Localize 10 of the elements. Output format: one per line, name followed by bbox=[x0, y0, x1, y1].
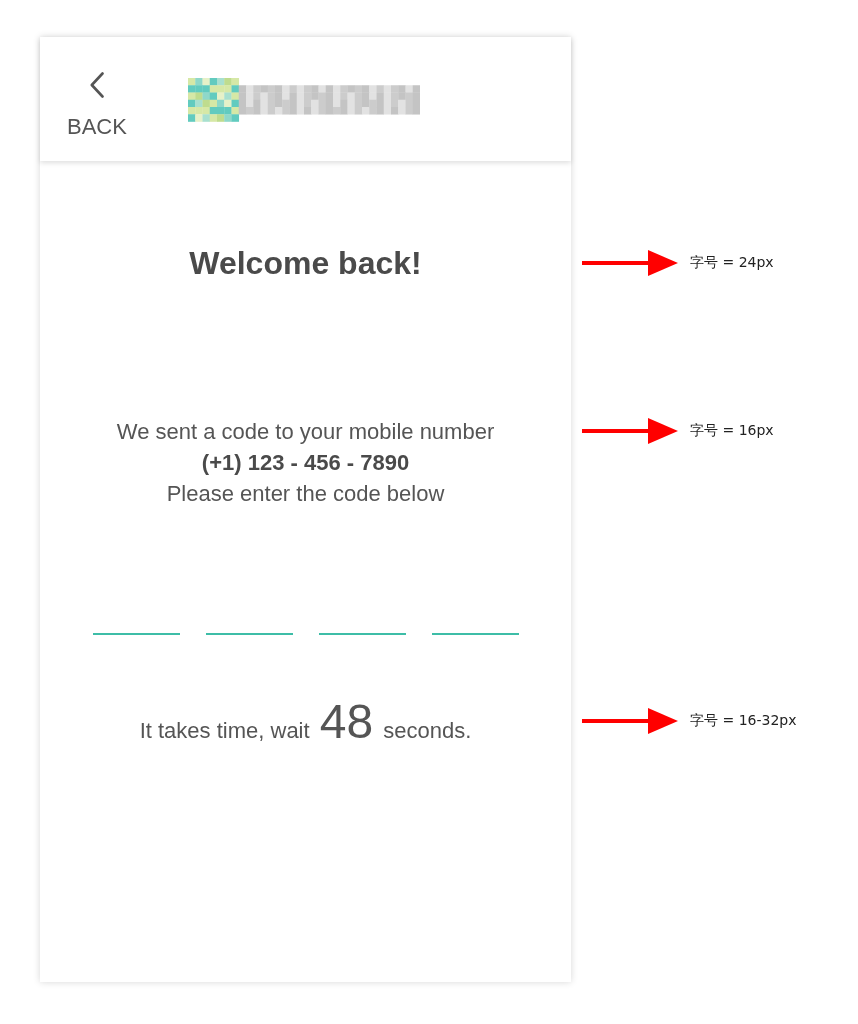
annotation-label: 字号 = 24px bbox=[690, 254, 774, 272]
annotation-label: 字号 = 16-32px bbox=[690, 712, 797, 730]
welcome-title: Welcome back! bbox=[189, 244, 422, 282]
phone-number: (+1) 123 - 456 - 7890 bbox=[200, 448, 411, 477]
chevron-left-icon bbox=[89, 72, 104, 98]
message-text: We sent a code to your mobile number bbox=[116, 417, 495, 446]
instruction-text: Please enter the code below bbox=[165, 479, 446, 508]
timer-text: It takes time, wait 48 seconds. bbox=[139, 693, 472, 749]
back-button[interactable]: BACK bbox=[67, 70, 127, 140]
annotation-label: 字号 = 16px bbox=[690, 422, 774, 440]
